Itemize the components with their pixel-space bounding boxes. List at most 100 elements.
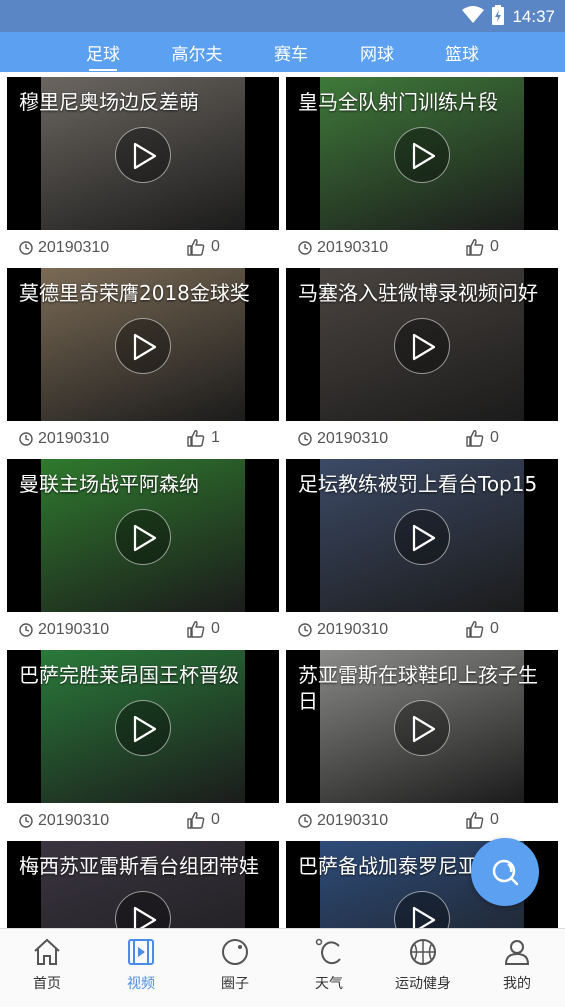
like-button[interactable]: 0	[187, 620, 220, 638]
nav-fitness[interactable]: 运动健身	[383, 937, 463, 993]
play-icon	[412, 715, 436, 743]
like-button[interactable]: 0	[466, 429, 499, 447]
play-button[interactable]	[394, 700, 450, 756]
thumbs-up-icon	[466, 812, 484, 829]
tab-label: 足球	[86, 45, 120, 65]
date-text: 20190310	[38, 812, 110, 829]
play-button[interactable]	[394, 127, 450, 183]
thumbs-up-icon	[466, 239, 484, 256]
video-title: 巴萨完胜莱昂国王杯晋级	[19, 663, 239, 687]
status-icons: 14:37	[462, 5, 555, 29]
nav-label: 我的	[503, 976, 531, 992]
video-thumbnail[interactable]: 苏亚雷斯在球鞋印上孩子生日	[286, 650, 558, 803]
play-button[interactable]	[115, 700, 171, 756]
video-meta: 20190310 0	[286, 612, 558, 648]
play-icon	[412, 906, 436, 928]
video-meta: 20190310 0	[7, 803, 279, 839]
video-thumbnail[interactable]: 足坛教练被罚上看台Top15	[286, 459, 558, 612]
date-text: 20190310	[317, 812, 389, 829]
nav-weather[interactable]: 天气	[289, 937, 369, 993]
clock-icon	[298, 432, 312, 446]
nav-home[interactable]: 首页	[7, 937, 87, 993]
play-button[interactable]	[394, 318, 450, 374]
play-icon	[133, 906, 157, 928]
like-count: 0	[490, 811, 499, 828]
video-date: 20190310	[19, 430, 109, 448]
thumbs-up-icon	[187, 430, 205, 447]
date-text: 20190310	[317, 239, 389, 256]
tab-label: 篮球	[445, 45, 479, 65]
weather-icon	[315, 938, 341, 965]
battery-icon	[492, 5, 505, 29]
search-fab-button[interactable]	[471, 838, 539, 906]
video-thumbnail[interactable]: 梅西苏亚雷斯看台组团带娃	[7, 841, 279, 928]
video-card[interactable]: 皇马全队射门训练片段 20190310 0	[286, 77, 558, 266]
like-count: 0	[211, 238, 220, 255]
video-card[interactable]: 马塞洛入驻微博录视频问好 20190310 0	[286, 268, 558, 457]
like-button[interactable]: 0	[466, 238, 499, 256]
thumbs-up-icon	[187, 239, 205, 256]
nav-video[interactable]: 视频	[101, 937, 181, 993]
video-meta: 20190310 0	[7, 230, 279, 266]
circle-icon	[222, 939, 248, 965]
play-icon	[412, 142, 436, 170]
video-title: 穆里尼奥场边反差萌	[19, 90, 199, 114]
clock-icon	[298, 623, 312, 637]
video-title: 马塞洛入驻微博录视频问好	[298, 281, 538, 305]
tab-racing[interactable]: 赛车	[274, 40, 308, 65]
video-date: 20190310	[19, 812, 109, 830]
like-button[interactable]: 0	[187, 238, 220, 256]
tab-basketball[interactable]: 篮球	[445, 40, 479, 65]
nav-label: 圈子	[221, 976, 249, 992]
play-button[interactable]	[115, 509, 171, 565]
like-count: 0	[211, 811, 220, 828]
video-card[interactable]: 穆里尼奥场边反差萌 20190310 0	[7, 77, 279, 266]
profile-icon	[504, 940, 530, 965]
video-meta: 20190310 0	[286, 803, 558, 839]
video-card[interactable]: 曼联主场战平阿森纳 20190310 0	[7, 459, 279, 648]
like-button[interactable]: 0	[466, 620, 499, 638]
video-thumbnail[interactable]: 曼联主场战平阿森纳	[7, 459, 279, 612]
nav-profile[interactable]: 我的	[477, 937, 557, 993]
tab-football[interactable]: 足球	[86, 40, 120, 71]
video-meta: 20190310 0	[286, 230, 558, 266]
clock-icon	[19, 814, 33, 828]
video-icon	[128, 939, 154, 965]
clock-icon	[298, 814, 312, 828]
like-button[interactable]: 1	[187, 429, 220, 447]
video-card[interactable]: 梅西苏亚雷斯看台组团带娃	[7, 841, 279, 928]
clock-icon	[298, 241, 312, 255]
video-card[interactable]: 莫德里奇荣膺2018金球奖 20190310 1	[7, 268, 279, 457]
video-thumbnail[interactable]: 穆里尼奥场边反差萌	[7, 77, 279, 230]
video-title: 梅西苏亚雷斯看台组团带娃	[19, 854, 259, 878]
play-button[interactable]	[115, 318, 171, 374]
video-thumbnail[interactable]: 马塞洛入驻微博录视频问好	[286, 268, 558, 421]
like-count: 0	[490, 238, 499, 255]
play-icon	[133, 524, 157, 552]
like-count: 0	[490, 620, 499, 637]
video-card[interactable]: 巴萨完胜莱昂国王杯晋级 20190310 0	[7, 650, 279, 839]
video-thumbnail[interactable]: 莫德里奇荣膺2018金球奖	[7, 268, 279, 421]
like-button[interactable]: 0	[187, 811, 220, 829]
video-thumbnail[interactable]: 皇马全队射门训练片段	[286, 77, 558, 230]
play-button[interactable]	[394, 509, 450, 565]
clock-icon	[19, 623, 33, 637]
video-card[interactable]: 苏亚雷斯在球鞋印上孩子生日 20190310 0	[286, 650, 558, 839]
play-icon	[412, 333, 436, 361]
video-meta: 20190310 0	[286, 421, 558, 457]
play-button[interactable]	[115, 127, 171, 183]
date-text: 20190310	[38, 430, 110, 447]
video-card[interactable]: 足坛教练被罚上看台Top15 20190310 0	[286, 459, 558, 648]
tab-golf[interactable]: 高尔夫	[172, 40, 223, 65]
bottom-navigation: 首页 视频 圈子 天气 运动健身 我的	[0, 928, 565, 1007]
thumbs-up-icon	[466, 621, 484, 638]
play-icon	[133, 715, 157, 743]
tab-tennis[interactable]: 网球	[360, 40, 394, 65]
tab-label: 赛车	[274, 45, 308, 65]
video-date: 20190310	[19, 621, 109, 639]
like-count: 1	[211, 429, 220, 446]
like-button[interactable]: 0	[466, 811, 499, 829]
video-grid: 穆里尼奥场边反差萌 20190310 0 皇马全队射门训练片段 20190310 0 莫德里…	[0, 72, 565, 928]
video-thumbnail[interactable]: 巴萨完胜莱昂国王杯晋级	[7, 650, 279, 803]
nav-circle[interactable]: 圈子	[195, 937, 275, 993]
